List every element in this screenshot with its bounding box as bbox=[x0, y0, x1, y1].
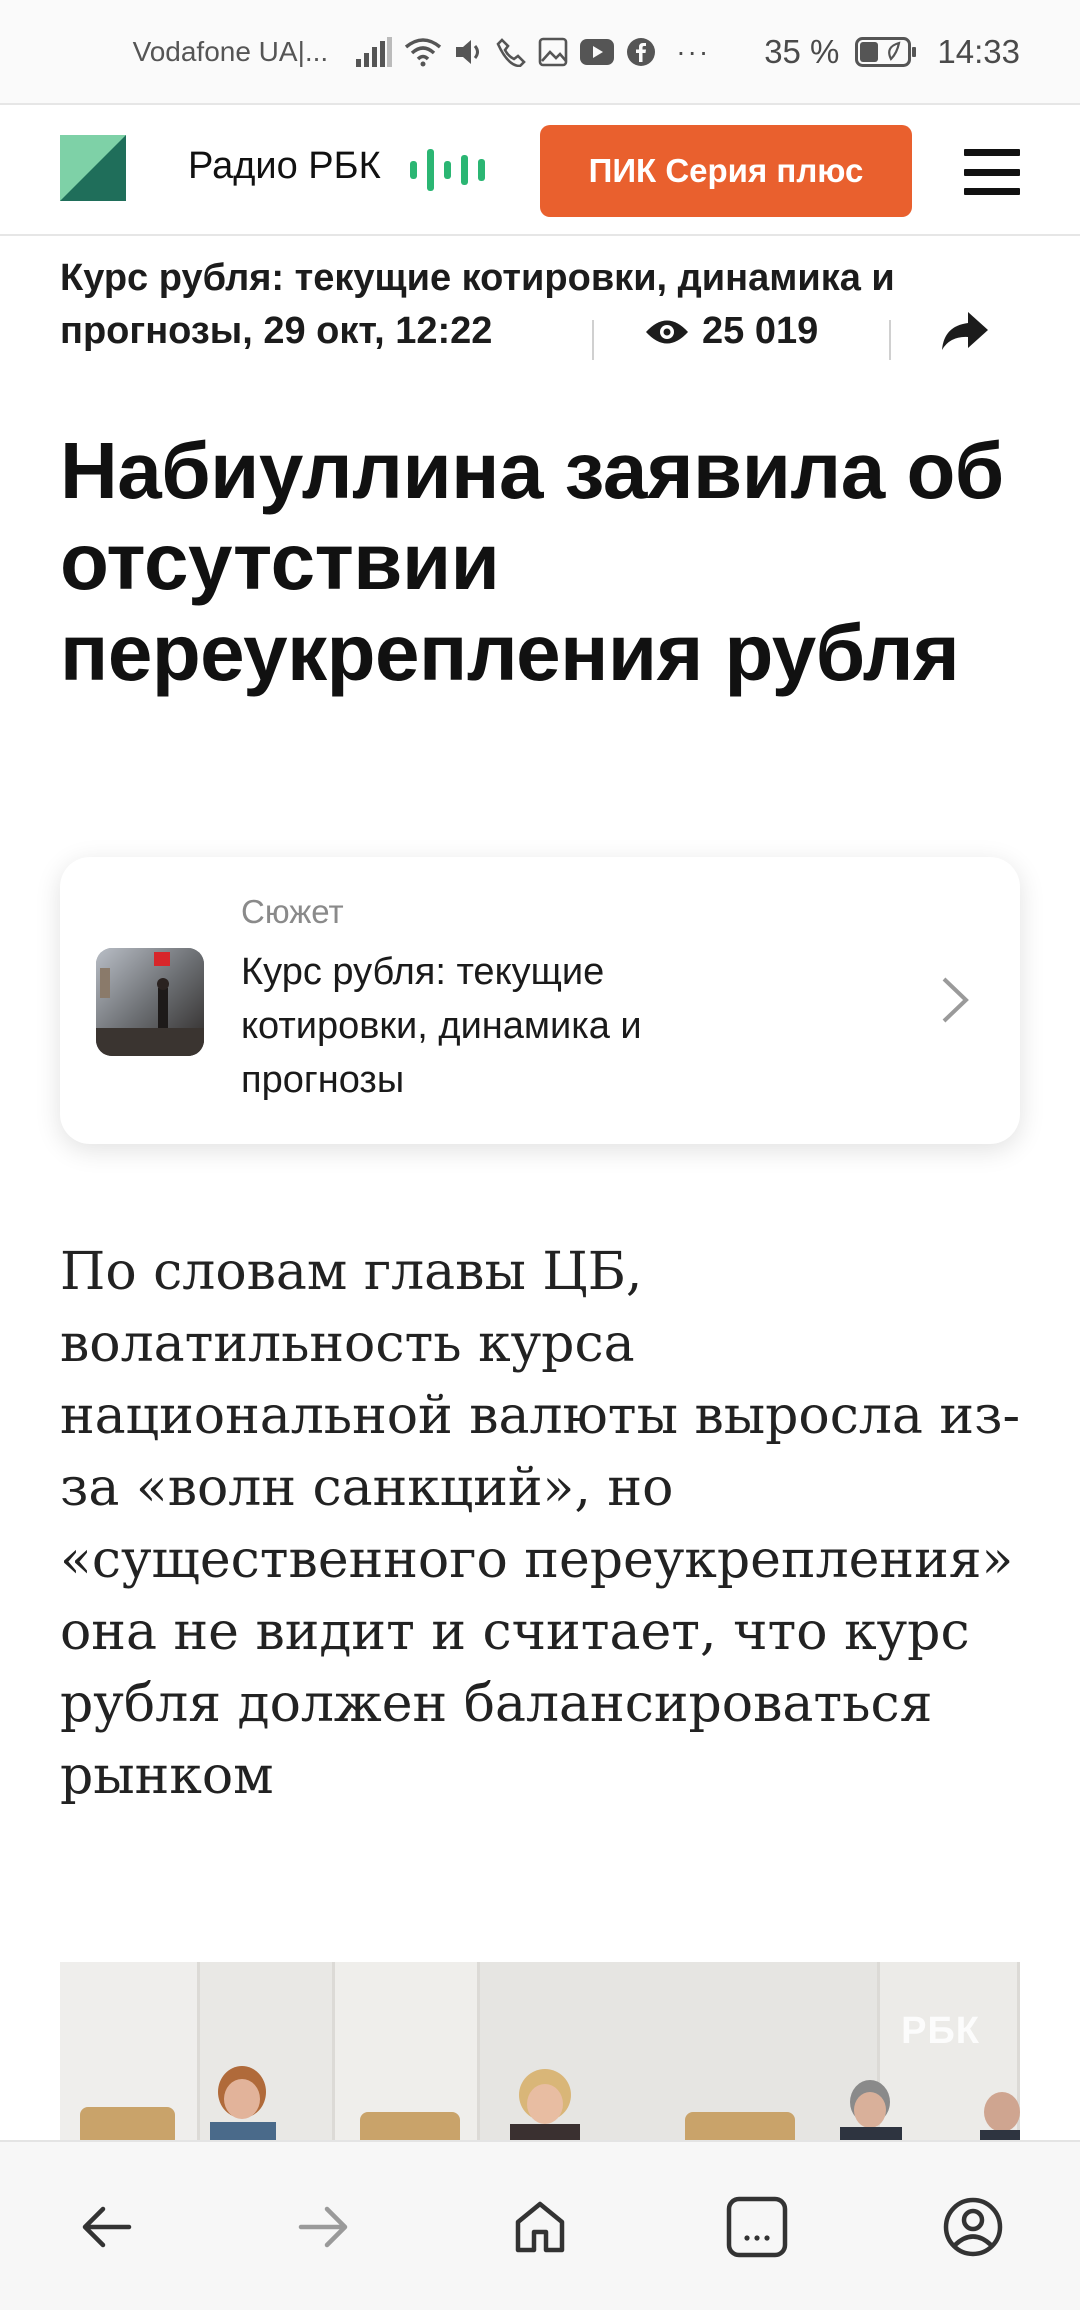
story-line-title[interactable]: Курс рубля: текущие котировки, динамика … bbox=[60, 244, 1020, 312]
menu-icon[interactable] bbox=[964, 149, 1020, 195]
browser-bottom-nav bbox=[0, 2140, 1080, 2310]
story-kicker: Сюжет bbox=[241, 893, 344, 930]
account-icon[interactable] bbox=[918, 2142, 1028, 2310]
meta-divider bbox=[889, 320, 891, 360]
back-icon[interactable] bbox=[52, 2142, 162, 2310]
article-meta: прогнозы, 29 окт, 12:22 25 019 bbox=[60, 306, 1020, 370]
gallery-icon bbox=[538, 37, 568, 67]
more-notifications: ··· bbox=[676, 35, 711, 67]
article-headline: Набиуллина заявила об отсутствии переукр… bbox=[60, 426, 1004, 697]
chevron-right-icon bbox=[940, 975, 970, 1030]
carrier-name: Vodafone UA|... bbox=[132, 35, 329, 67]
article-photo[interactable]: РБК bbox=[60, 1962, 1020, 2142]
story-thumbnail bbox=[96, 948, 204, 1056]
meta-divider bbox=[592, 320, 594, 360]
home-icon[interactable] bbox=[485, 2142, 595, 2310]
radio-rbc-label[interactable]: Радио РБК bbox=[188, 145, 381, 188]
publish-date: прогнозы, 29 окт, 12:22 bbox=[60, 310, 493, 352]
facebook-icon bbox=[626, 37, 656, 67]
view-count-value: 25 019 bbox=[702, 310, 819, 352]
story-card-title: Курс рубля: текущие котировки, динамика … bbox=[241, 951, 642, 1101]
promo-button[interactable]: ПИК Серия плюс bbox=[540, 125, 912, 217]
battery-icon bbox=[855, 36, 917, 67]
status-bar: Vodafone UA|... ··· 35 % 14:33 bbox=[0, 0, 1080, 103]
battery-percent: 35 % bbox=[764, 32, 840, 70]
story-card[interactable]: Сюжет Курс рубля: текущие котировки, дин… bbox=[60, 857, 1020, 1144]
radio-equalizer-icon[interactable] bbox=[410, 147, 496, 198]
site-header: Радио РБК ПИК Серия плюс bbox=[0, 103, 1080, 236]
youtube-icon bbox=[580, 38, 615, 65]
wifi-icon bbox=[404, 37, 442, 67]
rbc-logo[interactable] bbox=[60, 135, 126, 201]
volume-icon bbox=[454, 38, 484, 66]
forward-icon[interactable] bbox=[268, 2142, 378, 2310]
article-lead: По словам главы ЦБ, волатильность курса … bbox=[60, 1242, 1021, 1806]
eye-icon bbox=[646, 320, 688, 343]
share-icon[interactable] bbox=[940, 310, 990, 364]
call-icon bbox=[496, 37, 527, 67]
clock: 14:33 bbox=[937, 32, 1020, 70]
signal-icon bbox=[356, 36, 393, 67]
tabs-icon[interactable] bbox=[702, 2142, 812, 2310]
view-count: 25 019 bbox=[644, 310, 818, 353]
rbc-watermark: РБК bbox=[901, 2010, 980, 2052]
